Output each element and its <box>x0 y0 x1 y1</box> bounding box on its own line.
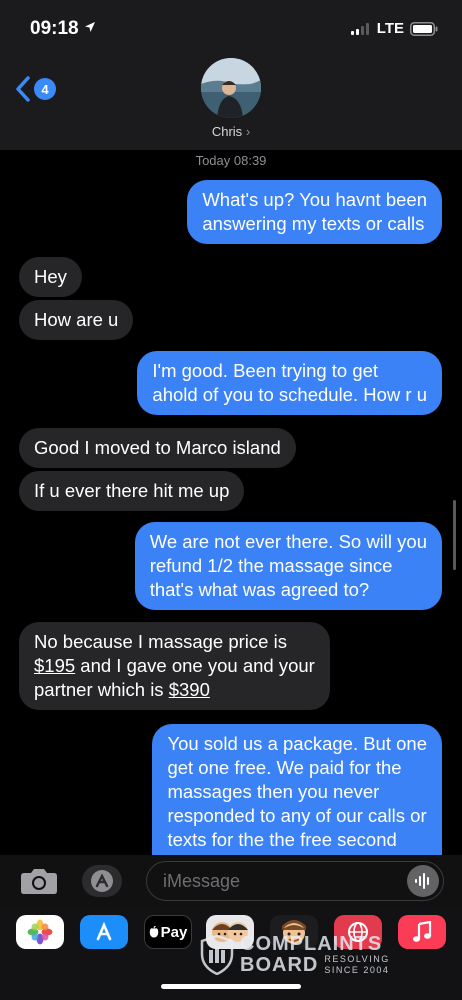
app-store-icon <box>91 870 113 892</box>
message-bubble-incoming[interactable]: How are u <box>19 300 134 340</box>
message-bubble-incoming[interactable]: Good I moved to Marco island <box>19 428 296 468</box>
waveform-icon <box>415 873 429 889</box>
app-store-icon <box>96 921 112 941</box>
price-link[interactable]: $195 <box>34 655 75 676</box>
contact-name[interactable]: Chris › <box>0 124 462 139</box>
location-arrow-icon <box>84 22 95 32</box>
dictation-button[interactable] <box>407 865 439 897</box>
avatar[interactable] <box>201 58 261 118</box>
home-indicator[interactable] <box>161 984 301 989</box>
conversation-header: 4 Chris › <box>0 54 462 150</box>
apple-pay-icon <box>149 926 158 938</box>
apple-pay-label: Pay <box>160 923 188 941</box>
message-bubble-outgoing[interactable]: What's up? You havnt been answering my t… <box>187 180 442 244</box>
watermark-line1: COMPLAINTS <box>240 933 383 955</box>
message-bubble-outgoing[interactable]: I'm good. Been trying to get ahold of yo… <box>137 351 442 415</box>
shield-logo-icon <box>200 935 234 975</box>
message-bubble-outgoing[interactable]: You sold us a package. But one get one f… <box>152 724 442 855</box>
music-button[interactable] <box>398 915 446 949</box>
contact-photo <box>201 58 261 118</box>
compose-bar: iMessage <box>0 855 462 907</box>
watermark-tagline2: SINCE 2004 <box>324 965 390 975</box>
watermark-line2: BOARD <box>240 954 319 976</box>
apps-button[interactable] <box>82 865 122 897</box>
scroll-indicator[interactable] <box>453 500 456 570</box>
apple-pay-button[interactable]: Pay <box>144 915 192 949</box>
camera-button[interactable] <box>20 867 58 900</box>
app-store-button[interactable] <box>80 915 128 949</box>
camera-icon <box>21 869 57 894</box>
chevron-right-icon: › <box>245 124 251 139</box>
message-bubble-outgoing[interactable]: We are not ever there. So will you refun… <box>134 522 442 610</box>
status-bar: 09:18 LTE <box>0 0 462 54</box>
conversation-timestamp: Today 08:39 <box>195 153 267 168</box>
status-time: 09:18 <box>30 18 96 40</box>
complaints-board-watermark: COMPLAINTS BOARD RESOLVING SINCE 2004 <box>200 934 390 976</box>
music-icon <box>413 921 432 942</box>
photos-icon <box>27 919 53 945</box>
price-link[interactable]: $390 <box>169 679 210 700</box>
message-bubble-incoming[interactable]: No because I massage price is $195 and I… <box>19 622 330 710</box>
watermark-tagline1: RESOLVING <box>324 954 390 964</box>
status-indicators: LTE <box>350 20 438 37</box>
message-bubble-incoming[interactable]: If u ever there hit me up <box>19 471 245 511</box>
network-label: LTE <box>376 20 404 37</box>
contact-info[interactable]: Chris › <box>0 58 462 139</box>
message-bubble-incoming[interactable]: Hey <box>19 257 82 297</box>
signal-icon <box>350 22 369 35</box>
photos-app-button[interactable] <box>16 915 64 949</box>
battery-icon <box>410 21 438 36</box>
message-input[interactable]: iMessage <box>146 861 444 901</box>
